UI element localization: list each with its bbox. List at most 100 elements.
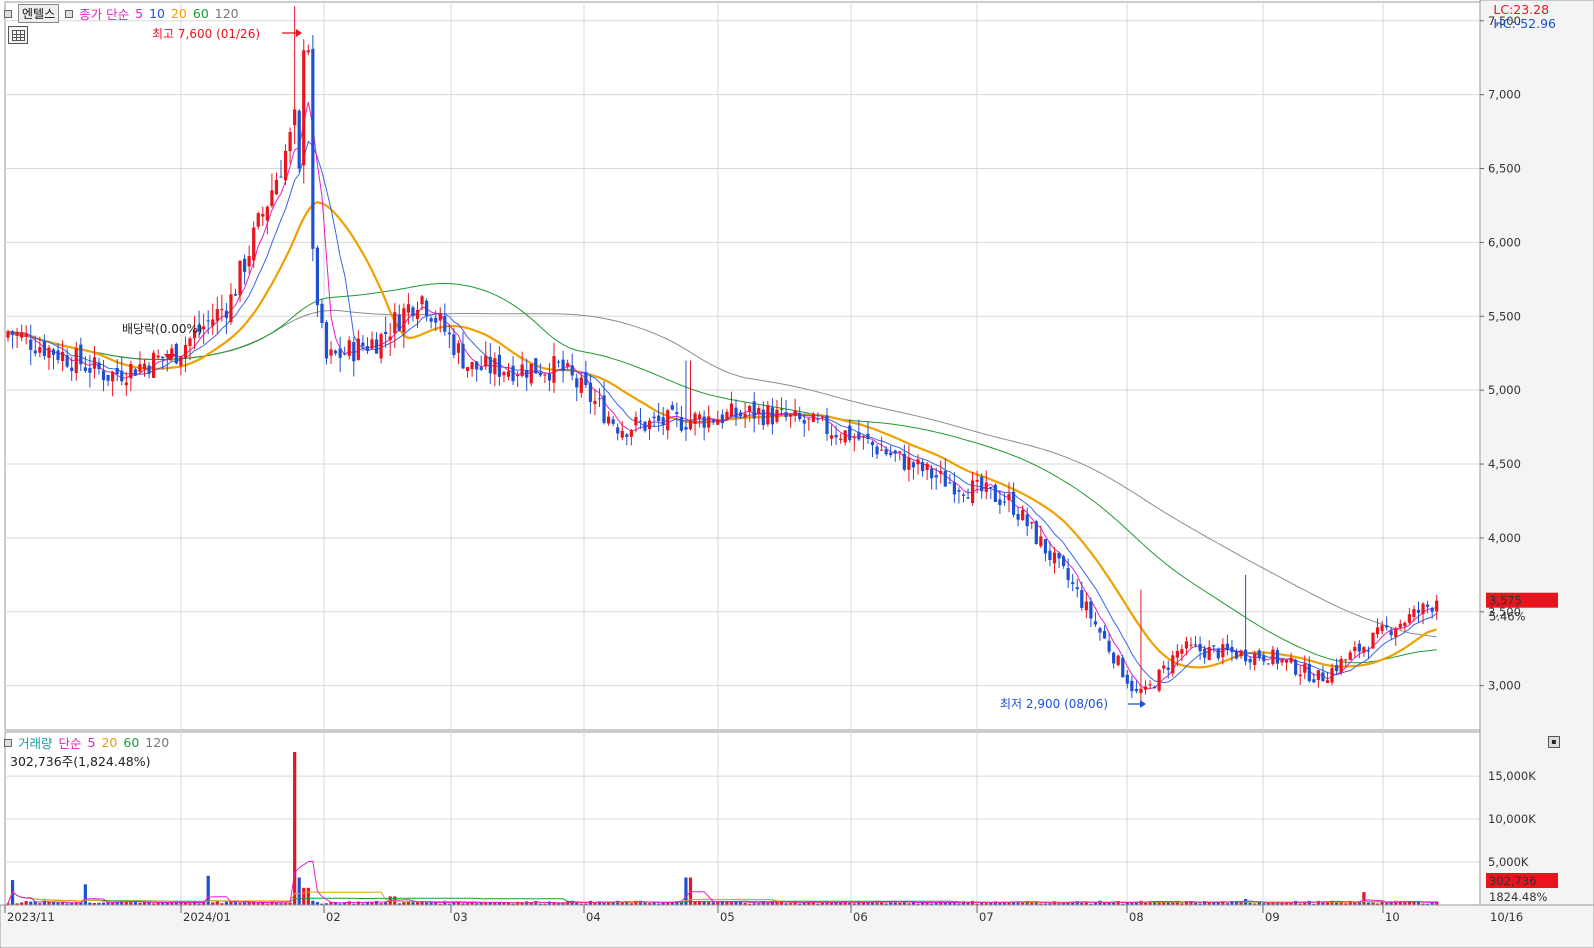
candle-body — [229, 294, 233, 323]
candle-body — [97, 362, 101, 370]
candle-body — [174, 343, 178, 364]
candle-body — [1189, 644, 1193, 646]
candle-body — [252, 227, 256, 261]
candle-body — [502, 372, 506, 376]
date-label: 08 — [1129, 910, 1144, 924]
candle-body — [1002, 501, 1007, 503]
candle-body — [306, 50, 310, 53]
candle-body — [952, 482, 956, 495]
candle-body — [597, 398, 602, 400]
date-label: 09 — [1265, 910, 1280, 924]
candle-body — [1180, 649, 1184, 654]
volume-grid — [4, 731, 1481, 906]
candle-body — [101, 370, 106, 381]
candle-body — [1143, 686, 1148, 690]
stock-name-button[interactable]: 엔텔스 — [18, 4, 60, 23]
candle-body — [1011, 491, 1016, 515]
candle-body — [1048, 550, 1052, 561]
candle-body — [493, 358, 497, 375]
candle-body — [247, 256, 251, 267]
candle-body — [779, 408, 784, 410]
candle-body — [438, 313, 442, 321]
candle-body — [1339, 658, 1343, 673]
candle-body — [1230, 646, 1234, 653]
price-tick-label: 5,500 — [1488, 309, 1521, 323]
candle-body — [1257, 650, 1261, 659]
candle-body — [629, 430, 633, 437]
candle-body — [593, 400, 597, 405]
candle-body — [575, 378, 579, 388]
low-annotation: 최저 2,900 (08/06) — [1000, 697, 1108, 711]
volume-bar — [525, 901, 529, 905]
candle-body — [1312, 679, 1316, 683]
candle-body — [1171, 655, 1175, 674]
stock-chart[interactable]: 3,0003,5004,0004,5005,0005,5006,0006,500… — [0, 0, 1594, 948]
candle-body — [920, 462, 925, 472]
volume-bar — [688, 877, 693, 905]
candle-body — [611, 419, 615, 424]
candle-body — [725, 411, 729, 420]
candle-body — [1275, 650, 1280, 664]
candle-body — [1234, 651, 1239, 659]
candle-body — [839, 438, 843, 441]
candle-body — [1289, 657, 1293, 663]
candle-body — [361, 342, 365, 347]
candle-body — [270, 190, 274, 206]
vol-ma-60-label: 60 — [123, 735, 140, 750]
candle-body — [1348, 652, 1352, 660]
volume-bar — [224, 901, 228, 905]
candle-body — [893, 450, 897, 454]
candle-body — [384, 331, 388, 335]
candle-body — [65, 355, 69, 367]
current-change-label: 5.46% — [1489, 610, 1526, 624]
candle-body — [793, 410, 797, 416]
price-tick-label: 7,000 — [1488, 88, 1521, 102]
candle-body — [766, 405, 770, 425]
candle-body — [283, 151, 288, 181]
candle-body — [884, 449, 888, 455]
candle-body — [302, 50, 306, 166]
panel-close-icon[interactable]: ▪ — [1548, 736, 1560, 748]
candle-body — [911, 462, 916, 468]
candle-body — [971, 480, 975, 504]
candle-body — [133, 369, 137, 376]
current-price-label: 3,575 — [1489, 594, 1522, 608]
price-plot-frame — [4, 1, 1481, 731]
candle-body — [156, 355, 160, 358]
candle-body — [1344, 659, 1348, 661]
grid-toggle-icon[interactable] — [8, 26, 28, 44]
candle-body — [315, 247, 319, 306]
candle-body — [152, 352, 156, 378]
candle-body — [1116, 655, 1120, 665]
candle-body — [288, 132, 292, 152]
volume-bar — [693, 901, 697, 905]
candle-body — [961, 494, 966, 496]
candle-body — [1212, 645, 1216, 647]
candle-body — [688, 420, 693, 430]
high-annotation: 최고 7,600 (01/26) — [152, 27, 260, 41]
candle-body — [324, 322, 329, 359]
candle-body — [88, 367, 92, 373]
candle-body — [56, 350, 60, 360]
candle-body — [807, 418, 811, 420]
price-tick-label: 4,500 — [1488, 457, 1521, 471]
legend-square-icon — [4, 9, 12, 18]
volume-bar — [302, 887, 306, 905]
volume-bar — [1316, 900, 1320, 905]
candle-body — [24, 334, 28, 337]
ma-60-label: 60 — [192, 6, 209, 21]
ma-10-label: 10 — [149, 6, 165, 21]
candle-body — [1193, 644, 1198, 646]
candle-body — [1316, 670, 1320, 680]
date-label: 03 — [453, 910, 468, 924]
candle-body — [1253, 653, 1257, 666]
candle-body — [233, 293, 238, 296]
candle-body — [1321, 672, 1325, 682]
legend-square-icon — [65, 9, 74, 18]
candle-body — [738, 412, 743, 417]
candle-body — [588, 382, 592, 402]
candle-body — [1148, 684, 1152, 686]
candle-body — [425, 300, 429, 316]
candle-body — [1030, 522, 1034, 524]
candle-body — [1430, 608, 1434, 612]
